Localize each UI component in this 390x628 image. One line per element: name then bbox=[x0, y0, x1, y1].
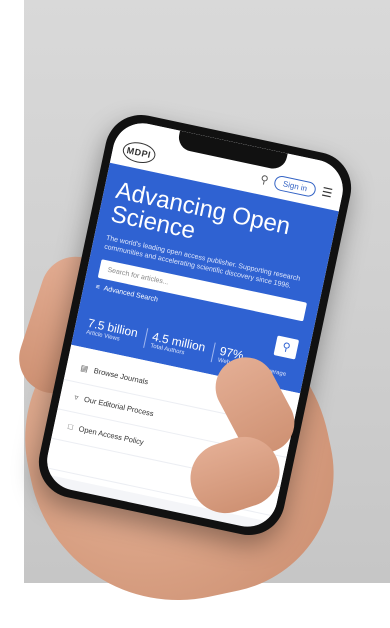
site-logo[interactable]: MDPI bbox=[120, 139, 157, 166]
stat-item: 7.5 billion Article Views bbox=[85, 316, 139, 346]
link-label: Browse Journals bbox=[92, 366, 150, 387]
sign-in-button[interactable]: Sign in bbox=[272, 174, 318, 198]
link-label: Open Access Policy bbox=[77, 424, 145, 447]
hamburger-menu-icon[interactable]: ☰ bbox=[320, 185, 333, 201]
book-icon: ▤ bbox=[79, 363, 89, 374]
sliders-icon: ≡ bbox=[94, 283, 101, 292]
filter-icon: ▿ bbox=[73, 392, 80, 403]
lock-icon: □ bbox=[67, 421, 74, 432]
search-icon[interactable]: ⚲ bbox=[259, 172, 270, 186]
link-label: Our Editorial Process bbox=[83, 394, 155, 419]
stat-item: 4.5 million Total Authors bbox=[142, 328, 207, 361]
